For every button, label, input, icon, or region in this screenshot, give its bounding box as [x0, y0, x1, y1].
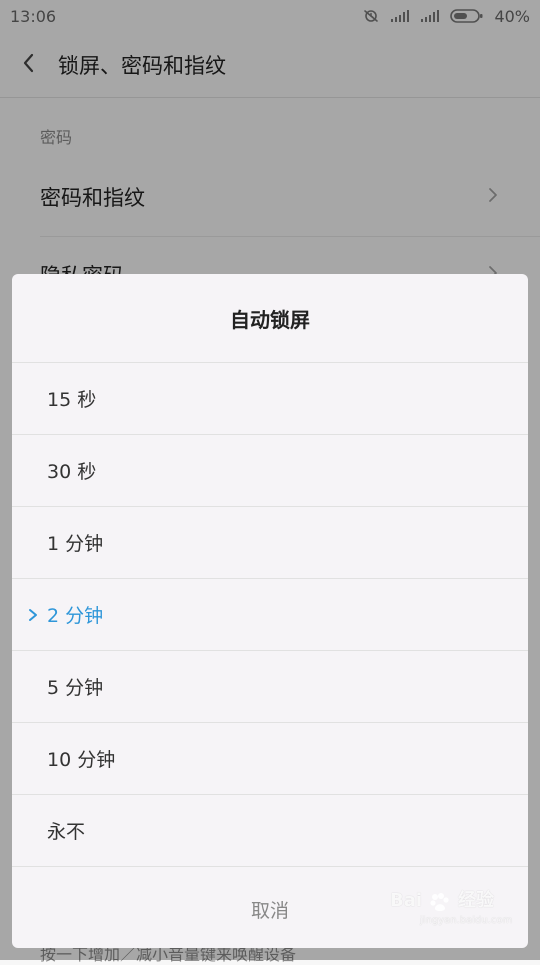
option-10-minutes[interactable]: 10 分钟 [12, 723, 528, 795]
option-label: 10 分钟 [47, 749, 116, 771]
chevron-right-icon [26, 579, 40, 651]
option-label: 2 分钟 [47, 605, 104, 627]
option-2-minutes[interactable]: 2 分钟 [12, 579, 528, 651]
option-label: 30 秒 [47, 461, 97, 483]
auto-lock-dialog: 自动锁屏 15 秒 30 秒 1 分钟 2 分钟 5 分钟 10 分钟 永不 取… [12, 274, 528, 948]
dialog-footer: 取消 [12, 870, 528, 948]
cancel-button[interactable]: 取消 [251, 896, 289, 923]
option-label: 永不 [47, 821, 86, 843]
option-1-minute[interactable]: 1 分钟 [12, 507, 528, 579]
option-30-seconds[interactable]: 30 秒 [12, 435, 528, 507]
option-label: 5 分钟 [47, 677, 104, 699]
option-label: 15 秒 [47, 389, 97, 411]
option-5-minutes[interactable]: 5 分钟 [12, 651, 528, 723]
option-label: 1 分钟 [47, 533, 104, 555]
dialog-title: 自动锁屏 [12, 274, 528, 363]
option-never[interactable]: 永不 [12, 795, 528, 867]
option-15-seconds[interactable]: 15 秒 [12, 363, 528, 435]
